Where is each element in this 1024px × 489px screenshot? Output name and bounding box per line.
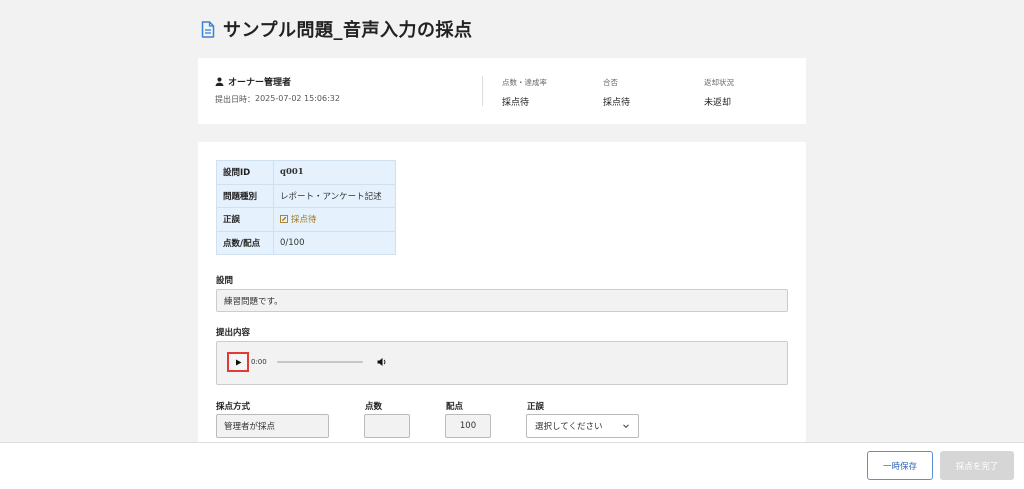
answer-box: 0:00 [216, 341, 788, 385]
return-stat: 返却状況 未返却 [704, 77, 734, 108]
user-icon [215, 77, 224, 86]
meta-key: 問題種別 [216, 183, 274, 208]
table-row: 問題種別 レポート・アンケート記述 [216, 183, 396, 208]
return-value: 未返却 [704, 98, 732, 108]
audio-player: 0:00 [227, 352, 387, 372]
correct-select-value: 選択してください [535, 422, 603, 432]
meta-key: 正誤 [216, 207, 274, 232]
submission-info-card: オーナー管理者 提出日時： 2025-07-02 15:06:32 点数・達成率… [198, 58, 806, 124]
submitted-at: 提出日時： 2025-07-02 15:06:32 [215, 94, 340, 105]
meta-key: 設問ID [216, 160, 274, 185]
grading-method-field: 管理者が採点 [216, 414, 329, 438]
pass-value: 採点待 [603, 98, 631, 108]
pass-label: 合否 [603, 78, 618, 87]
page-title: サンプル問題_音声入力の採点 [223, 20, 473, 41]
edit-icon [280, 214, 288, 223]
complete-grading-button[interactable]: 採点を完了 [940, 451, 1014, 480]
submitted-value: 2025-07-02 15:06:32 [255, 94, 340, 103]
pending-label: 採点待 [291, 214, 317, 225]
chevron-down-icon [623, 424, 629, 429]
owner-block: オーナー管理者 提出日時： 2025-07-02 15:06:32 [215, 75, 340, 105]
footer-bar: 一時保存 採点を完了 [0, 442, 1024, 489]
save-draft-button[interactable]: 一時保存 [867, 451, 933, 480]
points-value: 100 [459, 421, 477, 431]
table-row: 設問ID q001 [216, 160, 396, 185]
score-label: 点数・達成率 [502, 78, 547, 87]
question-card: 設問ID q001 問題種別 レポート・アンケート記述 正誤 採点待 点数/配点… [198, 142, 806, 442]
divider [482, 76, 483, 106]
meta-value: q001 [273, 160, 396, 185]
table-row: 正誤 採点待 [216, 207, 396, 232]
document-icon [201, 20, 215, 38]
table-row: 点数/配点 0/100 [216, 230, 396, 255]
play-button[interactable] [227, 352, 249, 372]
meta-value: 0/100 [273, 230, 396, 255]
question-label: 設問 [216, 276, 234, 286]
score-input-label: 点数 [365, 402, 383, 412]
return-label: 返却状況 [704, 78, 734, 87]
points-field: 100 [445, 414, 491, 438]
play-icon [235, 359, 241, 365]
meta-value-cell: 採点待 [273, 207, 396, 232]
grading-method-value: 管理者が採点 [224, 422, 276, 432]
owner-name: オーナー管理者 [228, 78, 292, 88]
score-value: 採点待 [502, 98, 530, 108]
audio-time: 0:00 [251, 358, 267, 366]
pending-status: 採点待 [280, 213, 317, 225]
points-label: 配点 [446, 402, 464, 412]
answer-label: 提出内容 [216, 328, 251, 338]
meta-key: 点数/配点 [216, 230, 274, 255]
volume-icon[interactable] [377, 357, 387, 367]
score-stat: 点数・達成率 採点待 [502, 77, 547, 108]
submitted-label: 提出日時： [215, 95, 255, 104]
question-meta-table: 設問ID q001 問題種別 レポート・アンケート記述 正誤 採点待 点数/配点… [216, 160, 396, 255]
grading-method-label: 採点方式 [216, 402, 251, 412]
audio-progress-bar[interactable] [276, 361, 363, 363]
pass-stat: 合否 採点待 [603, 77, 630, 108]
page-header: サンプル問題_音声入力の採点 [201, 16, 472, 42]
score-input[interactable] [364, 414, 410, 438]
meta-value: レポート・アンケート記述 [273, 183, 396, 208]
question-text: 練習問題です。 [224, 296, 283, 307]
correct-select[interactable]: 選択してください [526, 414, 639, 438]
question-text-box: 練習問題です。 [216, 289, 788, 312]
correct-label: 正誤 [527, 402, 545, 412]
